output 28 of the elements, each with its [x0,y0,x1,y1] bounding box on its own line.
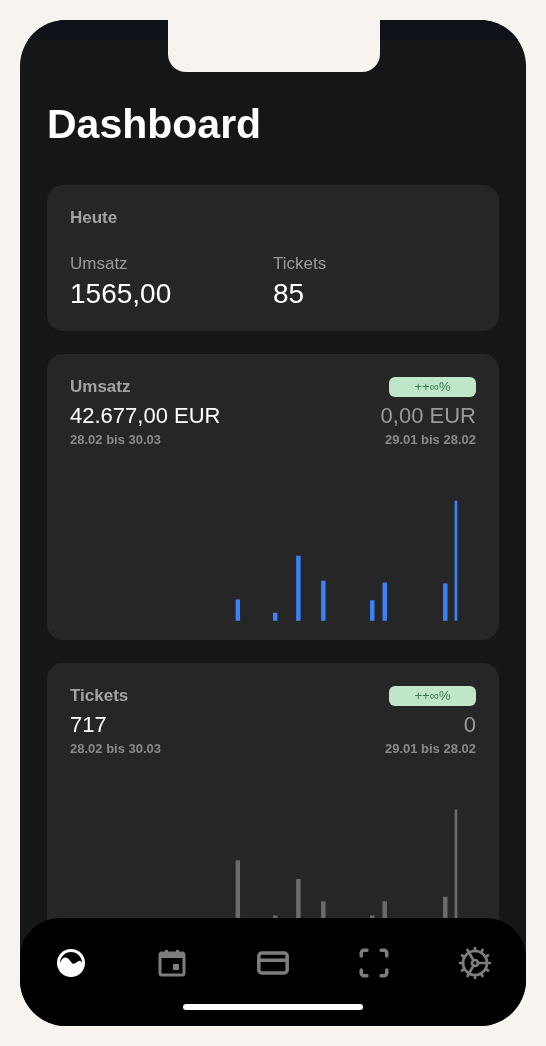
card-title: Heute [70,207,118,229]
chart-bar [273,612,278,621]
stat-value: 85 [273,277,305,311]
current-range: 28.02 bis 30.03 [70,739,162,758]
chart-bar [296,555,301,621]
settings-icon [457,945,493,981]
change-badge: ++∞% [389,685,476,706]
chart-bar [321,580,326,621]
stat-value: 1565,00 [70,277,172,311]
previous-range: 29.01 bis 28.02 [384,739,476,758]
page-title: Dashboard [47,100,262,148]
current-value: 42.677,00 EUR [70,401,221,430]
previous-value: 0,00 EUR [380,401,476,430]
previous-range: 29.01 bis 28.02 [384,430,476,449]
gauge-wave-icon [54,946,88,980]
scan-frame-icon [357,946,391,980]
card-title: Umsatz [70,376,131,398]
current-range: 28.02 bis 30.03 [70,430,163,449]
chart-bar [382,582,387,621]
stat-label: Tickets [273,252,327,275]
current-value: 717 [70,710,108,739]
chart-bar [370,600,375,621]
previous-value: 0 [463,710,476,739]
change-badge: ++∞% [389,376,476,397]
stat-label: Umsatz [70,252,128,275]
card-title: Tickets [70,685,129,707]
chart-bar [443,583,448,621]
chart-bar [235,599,241,621]
